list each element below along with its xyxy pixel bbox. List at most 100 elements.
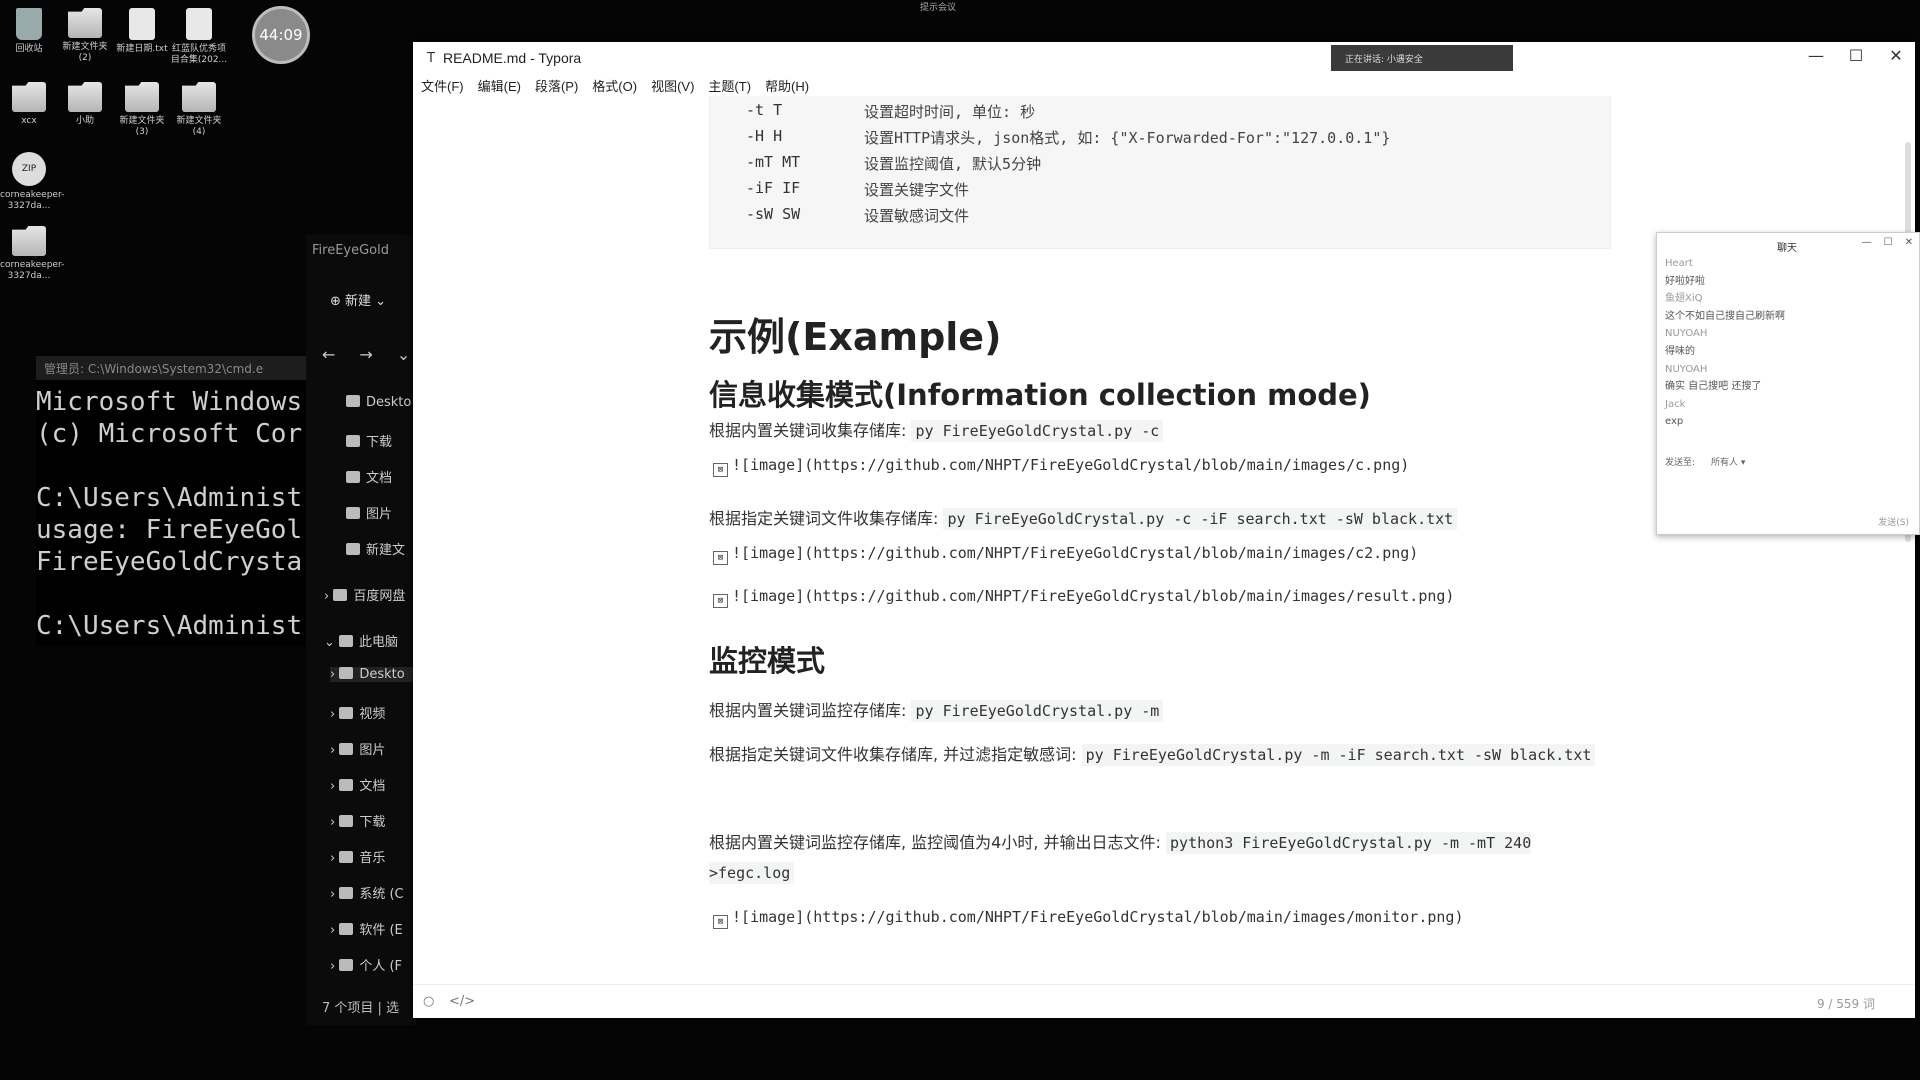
image-icon [346, 507, 360, 519]
explorer-item-label: 百度网盘 [353, 589, 406, 604]
explorer-item[interactable]: › 百度网盘 [324, 585, 405, 604]
send-to-select[interactable]: 所有人 ▾ [1711, 455, 1745, 468]
image-link[interactable]: ⊠ ![image](https://github.com/NHPT/FireEy… [713, 587, 1454, 608]
title-bar: T README.md - Typora 正在讲话: 小遇安全 — ☐ ✕ [413, 42, 1915, 74]
code-description: 设置超时时间, 单位: 秒 [864, 103, 1036, 121]
paragraph-text: 根据内置关键词监控存储库: [709, 701, 912, 720]
forward-arrow-icon[interactable]: → [359, 345, 372, 364]
sidebar-toggle-icon[interactable]: ○ [423, 994, 434, 1009]
desktop-icon-zip[interactable]: ZIP corneakeeper-3327da... [0, 152, 64, 212]
drive-icon [339, 923, 354, 935]
explorer-item-label: 系统 (C [359, 887, 404, 902]
explorer-item[interactable]: 文档 [346, 467, 392, 486]
source-mode-icon[interactable]: </> [449, 994, 475, 1009]
chat-message: 得味的 [1665, 345, 1695, 357]
desktop-icon-file[interactable]: 新建日期.txt [113, 8, 171, 55]
desktop-icon-label: 红蓝队优秀项目合集(202... [170, 44, 228, 65]
explorer-item[interactable]: › 软件 (E [330, 919, 403, 938]
explorer-item-label: 下载 [359, 815, 386, 830]
explorer-nav: ← → ⌄ [322, 345, 410, 364]
explorer-item[interactable]: Deskto [346, 395, 411, 410]
music-icon [339, 851, 354, 863]
image-markdown: ![image](https://github.com/NHPT/FireEye… [732, 587, 1455, 605]
explorer-item[interactable]: ⌄ 此电脑 [324, 631, 398, 650]
code-block[interactable]: -t T 设置超时时间, 单位: 秒 -H H 设置HTTP请求头, json格式,… [709, 96, 1611, 249]
image-link[interactable]: ⊠ ![image](https://github.com/NHPT/FireEy… [713, 908, 1464, 929]
minimize-button[interactable]: — [1801, 46, 1831, 65]
explorer-item[interactable]: 下载 [346, 431, 392, 450]
explorer-item[interactable]: › 音乐 [330, 847, 385, 866]
image-link[interactable]: ⊠ ![image](https://github.com/NHPT/FireEy… [713, 456, 1409, 477]
explorer-item[interactable]: › 文档 [330, 775, 385, 794]
chat-messages: Heart 好啦好啦 鱼翅XiQ 这个不如自己搜自己刷新啊 NUYOAH 得味的… [1665, 255, 1785, 431]
desktop-icon-folder[interactable]: 新建文件夹 (2) [56, 8, 114, 64]
explorer-item-label: 新建文 [366, 543, 406, 558]
image-markdown: ![image](https://github.com/NHPT/FireEye… [732, 544, 1419, 562]
send-button[interactable]: 发送(S) [1878, 515, 1909, 528]
send-to-label: 发送至: [1665, 458, 1696, 468]
cmd-output: Microsoft Windows (c) Microsoft Cor C:\U… [36, 387, 303, 641]
code-option: -sW SW [746, 205, 801, 223]
new-button[interactable]: ⊕ 新建 ⌄ [330, 290, 386, 309]
document-editor[interactable]: -t T 设置超时时间, 单位: 秒 -H H 设置HTTP请求头, json格式,… [413, 96, 1915, 984]
minimize-icon[interactable]: — [1862, 237, 1872, 248]
chat-message: 确实 自己搜吧 还搜了 [1665, 381, 1762, 393]
explorer-item[interactable]: › 下载 [330, 811, 385, 830]
menu-format[interactable]: 格式(O) [592, 76, 637, 95]
desktop-icon-folder[interactable]: 新建文件夹 (3) [113, 82, 171, 138]
menu-help[interactable]: 帮助(H) [765, 76, 809, 95]
paragraph: 根据内置关键词监控存储库, 监控阈值为4小时, 并输出日志文件: python3… [709, 828, 1611, 888]
desktop-icon-folder[interactable]: xcx [0, 82, 58, 127]
maximize-icon[interactable]: ☐ [1884, 237, 1893, 248]
image-link[interactable]: ⊠ ![image](https://github.com/NHPT/FireEy… [713, 544, 1418, 565]
desktop-icon-folder[interactable]: 新建文件夹 (4) [170, 82, 228, 138]
text-file-icon [129, 8, 155, 40]
word-count[interactable]: 9 / 559 词 [1817, 995, 1875, 1012]
document-icon [346, 471, 360, 483]
code-description: 设置敏感词文件 [864, 207, 970, 225]
broken-image-icon: ⊠ [713, 915, 728, 929]
explorer-item-label: 此电脑 [359, 635, 399, 650]
back-arrow-icon[interactable]: ← [322, 345, 335, 364]
code-option: -H H [746, 127, 783, 145]
chevron-down-icon[interactable]: ⌄ [397, 345, 410, 364]
close-button[interactable]: ✕ [1881, 46, 1911, 65]
code-description: 设置关键字文件 [864, 181, 970, 199]
folder-icon [68, 8, 102, 38]
folder-icon [125, 82, 159, 112]
menu-file[interactable]: 文件(F) [421, 76, 464, 95]
explorer-item[interactable]: 图片 [346, 503, 392, 522]
chat-sender: 鱼翅XiQ [1665, 293, 1703, 305]
desktop-icon-folder[interactable]: 小助 [56, 82, 114, 127]
menu-view[interactable]: 视图(V) [651, 76, 694, 95]
new-button-label: 新建 [345, 294, 372, 309]
explorer-item[interactable]: › 个人 (F [330, 955, 402, 974]
paragraph-text: 根据内置关键词收集存储库: [709, 421, 912, 440]
meeting-timer[interactable]: 44:09 [252, 6, 310, 64]
explorer-item-label: 图片 [359, 743, 386, 758]
chat-message: 这个不如自己搜自己刷新啊 [1665, 310, 1785, 322]
chat-message: exp [1665, 416, 1684, 428]
desktop-icon-folder[interactable]: corneakeeper-3327da... [0, 226, 64, 282]
desktop-icon-recycle-bin[interactable]: 回收站 [0, 8, 58, 55]
explorer-item[interactable]: › 系统 (C [330, 883, 404, 902]
explorer-item[interactable]: › 视频 [330, 703, 385, 722]
explorer-path[interactable]: FireEyeGold [312, 243, 389, 258]
desktop-icon-label: 回收站 [15, 44, 43, 54]
heading-info-collection: 信息收集模式(Information collection mode) [709, 378, 1371, 412]
explorer-item[interactable]: › 图片 [330, 739, 385, 758]
menu-edit[interactable]: 编辑(E) [478, 76, 521, 95]
code-row: -mT MT 设置监控阈值, 默认5分钟 [746, 153, 1610, 179]
explorer-item-label: Deskto [359, 667, 405, 682]
menu-paragraph[interactable]: 段落(P) [535, 76, 578, 95]
maximize-button[interactable]: ☐ [1841, 46, 1871, 65]
desktop-icon-file[interactable]: 红蓝队优秀项目合集(202... [170, 8, 228, 66]
typora-logo-icon: T [427, 50, 435, 66]
close-icon[interactable]: ✕ [1905, 237, 1913, 248]
explorer-item[interactable]: 新建文 [346, 539, 405, 558]
explorer-item[interactable]: › Deskto [330, 667, 416, 682]
explorer-status: 7 个项目 | 选 [322, 1001, 400, 1016]
broken-image-icon: ⊠ [713, 551, 728, 565]
menu-theme[interactable]: 主题(T) [708, 76, 751, 95]
chat-window-controls: — ☐ ✕ [1862, 237, 1913, 248]
